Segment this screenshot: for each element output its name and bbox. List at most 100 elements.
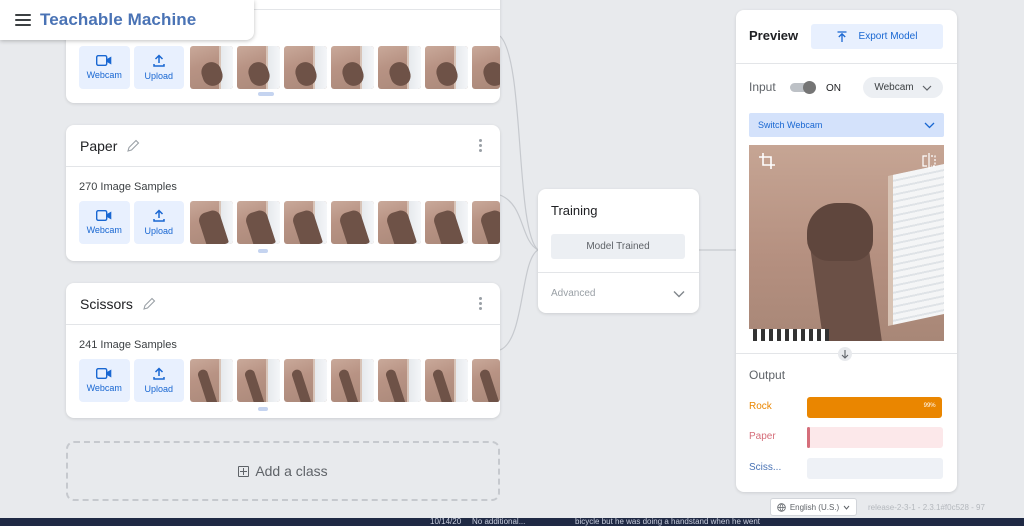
output-row: Sciss... [749,458,944,479]
output-bar-track: 99% [807,397,943,418]
add-class-label: Add a class [255,463,328,479]
chevron-down-icon [843,505,850,510]
class-name[interactable]: Paper [80,138,117,154]
output-percent: 99% [923,403,936,409]
sample-thumbnail[interactable] [378,46,421,89]
webcam-icon [96,55,112,66]
thumbnail-scrollbar[interactable] [258,249,268,253]
sample-thumbnail[interactable] [472,46,500,89]
class-card-header: Paper [66,125,500,167]
class-card-scissors: Scissors 241 Image Samples Webcam Upload [66,283,500,418]
output-class-name: Rock [749,401,772,412]
sample-thumbnail[interactable] [190,201,233,244]
upload-icon [153,367,165,380]
chevron-down-icon [924,122,935,128]
class-card-header: Scissors [66,283,500,325]
sample-thumbnail[interactable] [378,201,421,244]
output-bar-track [807,427,943,448]
webcam-label: Webcam [86,383,122,393]
output-label: Output [749,368,786,382]
input-label: Input [749,80,776,94]
sample-thumbnail[interactable] [237,46,280,89]
menu-icon[interactable] [15,14,31,26]
sample-thumbnail[interactable] [425,46,468,89]
toggle-state: ON [826,83,841,94]
edit-pencil-icon[interactable] [142,297,156,311]
chevron-down-icon [922,85,932,91]
output-bar-fill: 99% [807,397,942,418]
thumbnail-scrollbar[interactable] [258,407,268,411]
upload-label: Upload [144,226,174,236]
advanced-toggle[interactable]: Advanced [551,288,685,299]
sample-thumbnail[interactable] [331,359,374,402]
training-title: Training [551,203,598,218]
sample-thumbnail[interactable] [237,359,280,402]
preview-title: Preview [749,28,799,43]
app-title[interactable]: Teachable Machine [40,10,196,30]
taskbar-caption: bicycle but he was doing a handstand whe… [575,518,761,526]
sample-thumbnails [190,46,500,90]
input-toggle[interactable] [790,81,817,94]
sample-thumbnail[interactable] [425,201,468,244]
language-value: English (U.S.) [789,502,840,512]
edit-pencil-icon[interactable] [126,139,140,153]
upload-label: Upload [144,71,174,81]
webcam-button[interactable]: Webcam [79,46,130,89]
output-row: Rock 99% [749,397,944,418]
thumbnail-scrollbar[interactable] [258,92,274,96]
webcam-label: Webcam [86,225,122,235]
webcam-button[interactable]: Webcam [79,201,130,244]
upload-icon [153,54,165,67]
output-bar-fill [807,427,810,448]
input-source-select[interactable]: Webcam [863,77,943,98]
webcam-label: Webcam [86,70,122,80]
upload-button[interactable]: Upload [133,46,184,89]
upload-button[interactable]: Upload [133,359,184,402]
release-version: release-2-3-1 - 2.3.1#f0c528 - 97 [868,503,985,512]
sample-row: Webcam Upload [66,359,500,403]
arrow-down-icon [838,347,852,361]
switch-webcam-label: Switch Webcam [758,120,823,130]
class-name[interactable]: Scissors [80,296,133,312]
sample-thumbnail[interactable] [190,359,233,402]
sample-count: 270 Image Samples [79,181,177,193]
flip-icon[interactable] [922,153,936,169]
export-model-label: Export Model [858,31,918,42]
sample-thumbnail[interactable] [190,46,233,89]
chevron-down-icon [673,290,685,297]
sample-count: 241 Image Samples [79,339,177,351]
sample-thumbnail[interactable] [237,201,280,244]
sample-thumbnail[interactable] [378,359,421,402]
divider [736,63,957,64]
sample-thumbnail[interactable] [331,46,374,89]
preview-panel: Preview Export Model Input ON Webcam Swi… [736,10,957,492]
output-class-name: Sciss... [749,462,782,473]
sample-thumbnail[interactable] [472,201,500,244]
more-options-icon[interactable] [479,139,482,152]
sample-thumbnail[interactable] [472,359,500,402]
add-icon [238,465,250,477]
webcam-icon [96,210,112,221]
language-select[interactable]: English (U.S.) [770,498,857,516]
webcam-button[interactable]: Webcam [79,359,130,402]
switch-webcam-select[interactable]: Switch Webcam [749,113,944,137]
export-model-button[interactable]: Export Model [811,24,943,49]
crop-icon[interactable] [759,153,775,169]
sample-row: Webcam Upload [66,201,500,245]
upload-icon [153,209,165,222]
upload-button[interactable]: Upload [133,201,184,244]
sample-thumbnail[interactable] [284,359,327,402]
taskbar-date: 10/14/20 [430,518,462,526]
advanced-label: Advanced [551,288,596,299]
sample-thumbnails [190,359,500,403]
more-options-icon[interactable] [479,297,482,310]
sample-thumbnail[interactable] [331,201,374,244]
sample-thumbnail[interactable] [425,359,468,402]
upload-label: Upload [144,384,174,394]
sample-thumbnail[interactable] [284,46,327,89]
class-card-paper: Paper 270 Image Samples Webcam Upload [66,125,500,261]
sample-thumbnail[interactable] [284,201,327,244]
sample-row: Webcam Upload [66,46,500,90]
model-trained-button[interactable]: Model Trained [551,234,685,259]
add-class-button[interactable]: Add a class [66,441,500,501]
